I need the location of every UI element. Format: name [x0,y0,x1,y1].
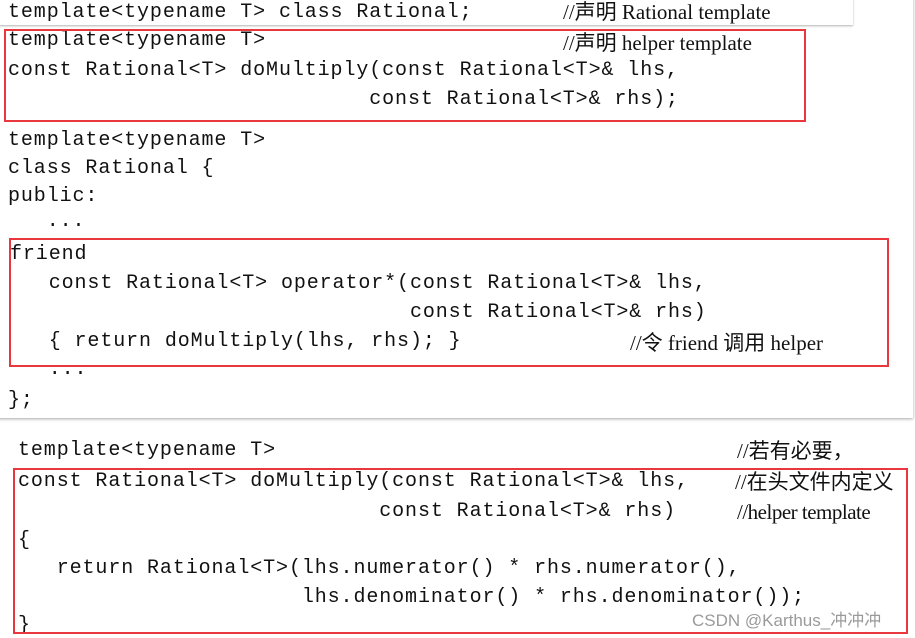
code-line: }; [8,389,34,412]
highlight-box-friend [9,238,889,367]
code-line: template<typename T> [8,129,267,152]
code-line: template<typename T> class Rational; [8,1,473,24]
highlight-box-declaration [4,29,806,122]
code-comment: //若有必要， [737,439,854,463]
code-line: ... [8,210,86,233]
highlight-box-definition [13,468,908,634]
code-comment: //声明 Rational template [563,0,771,24]
code-line: public: [8,185,99,208]
code-line: ... [10,358,88,381]
code-line: class Rational { [8,157,215,180]
code-line: template<typename T> [18,439,277,462]
